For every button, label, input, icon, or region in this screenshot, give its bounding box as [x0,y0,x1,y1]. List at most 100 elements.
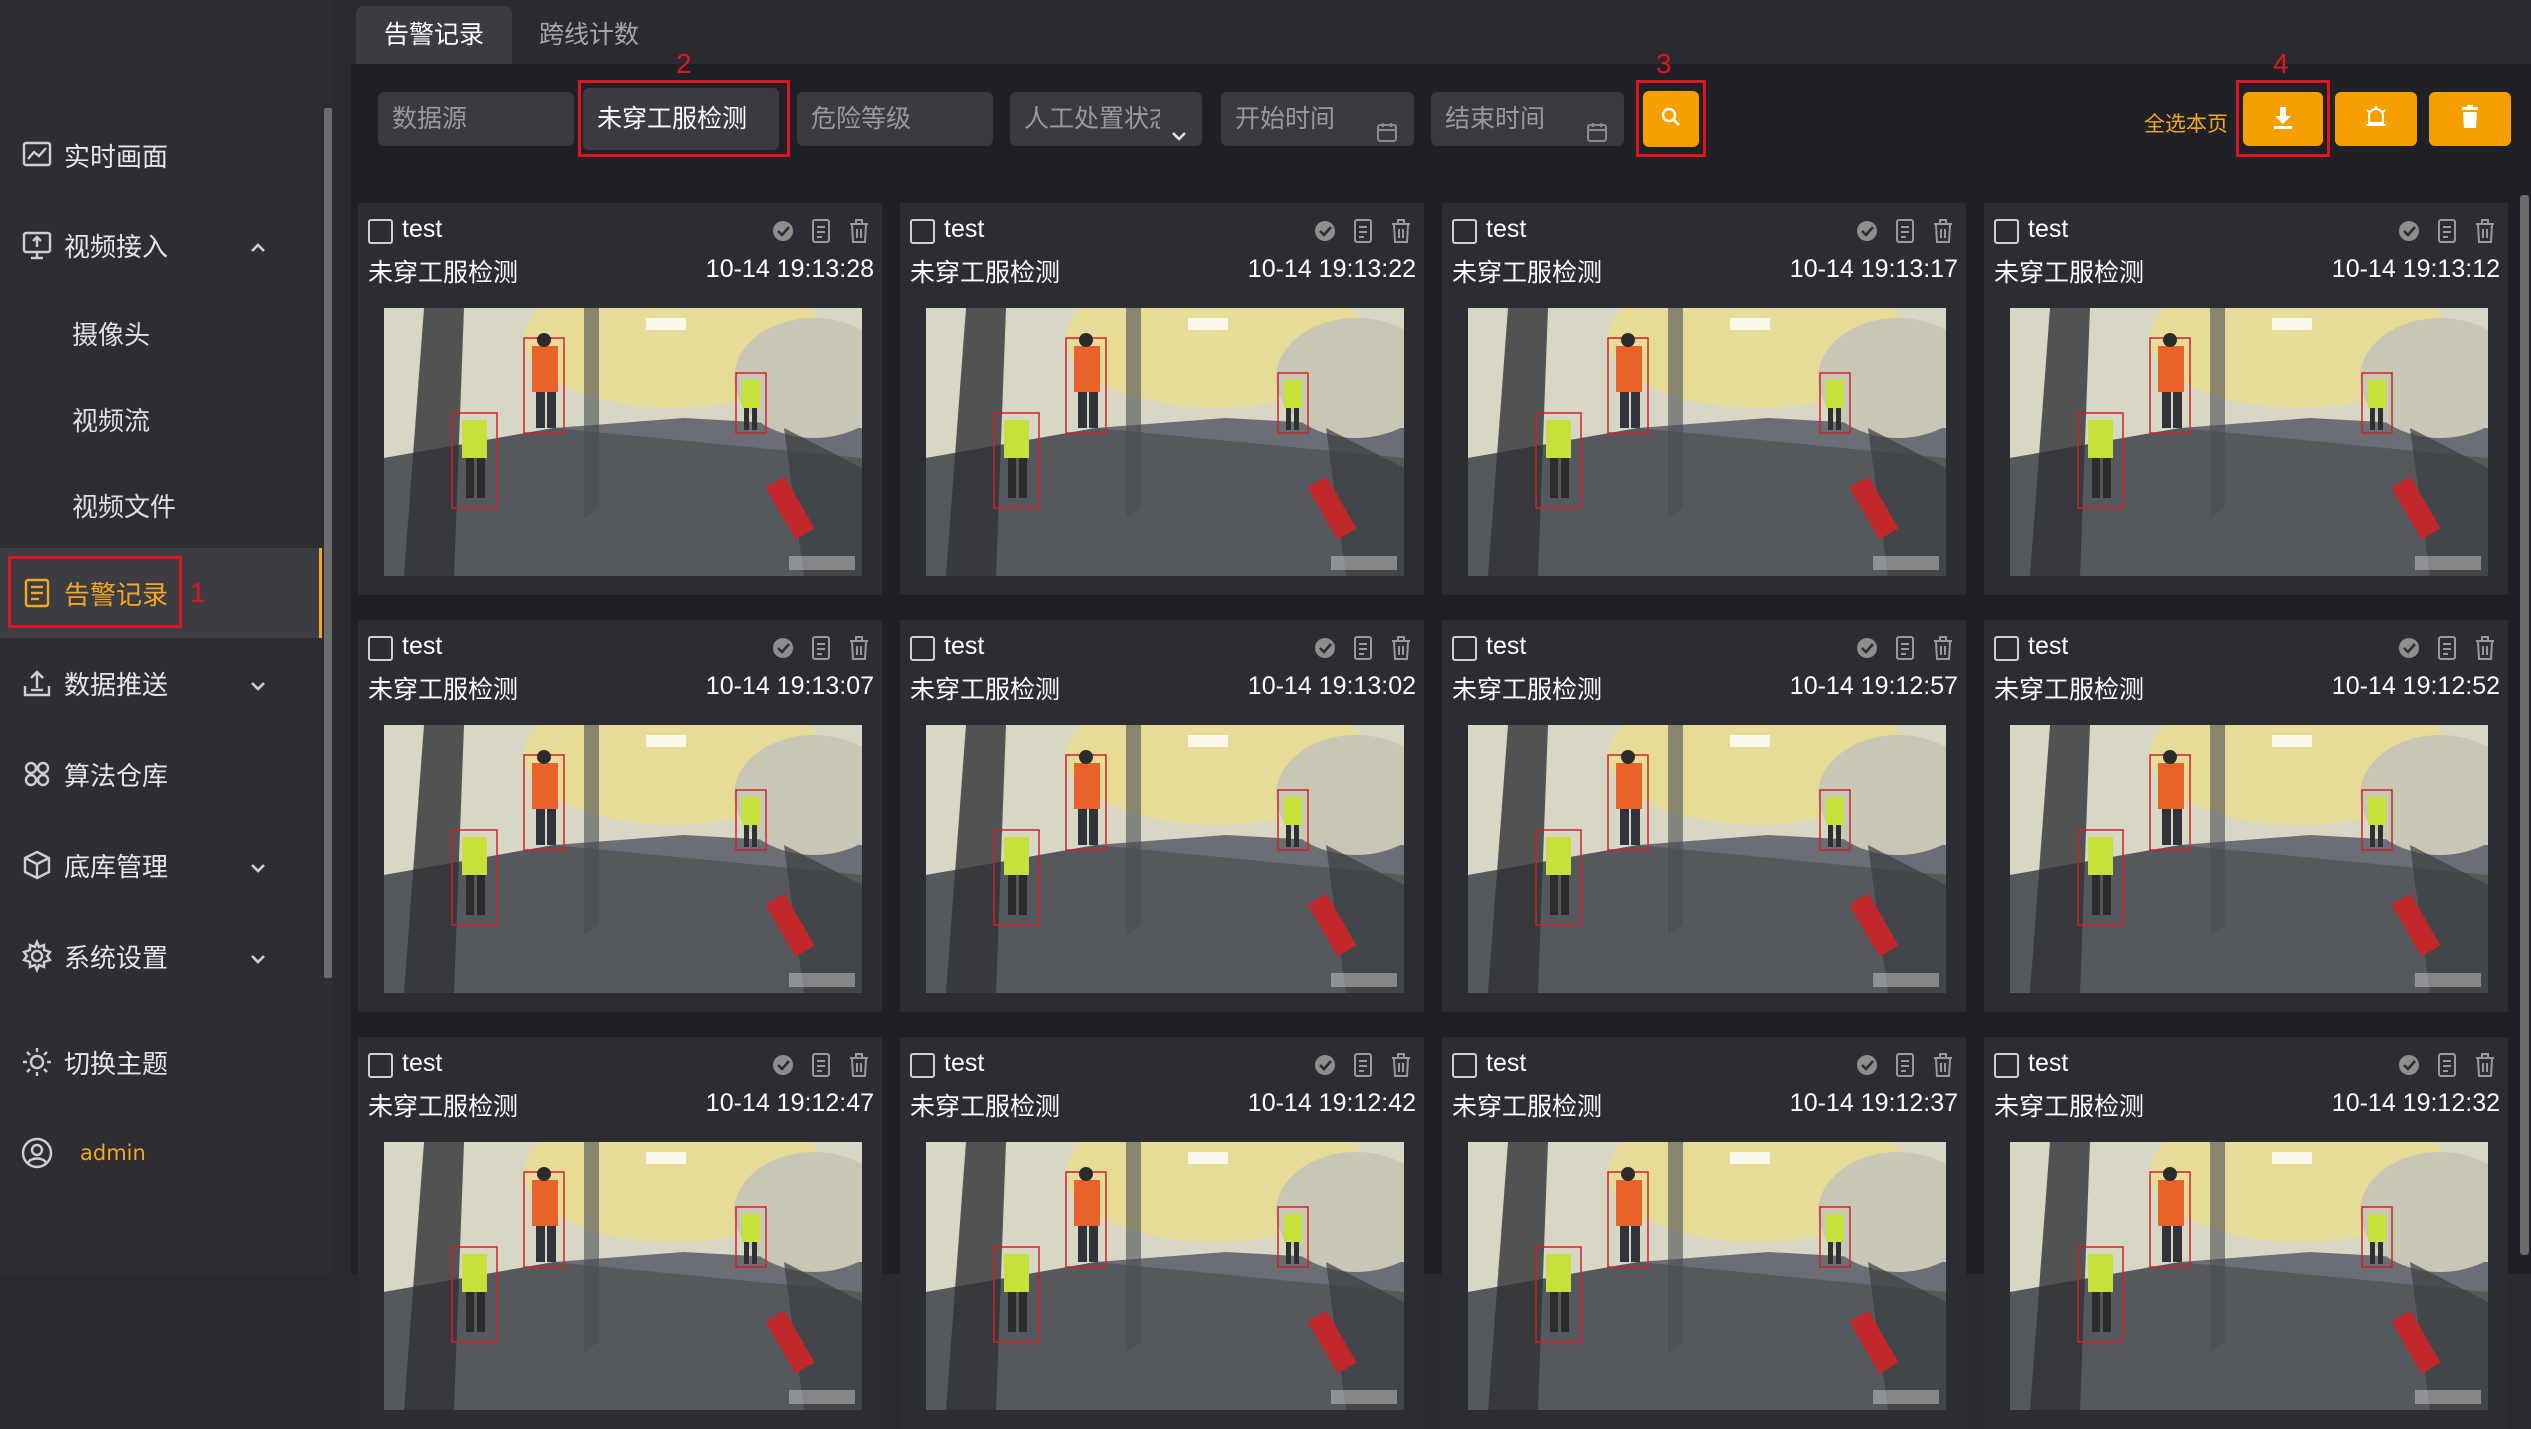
card-checkbox[interactable] [1452,219,1477,244]
card-checkbox[interactable] [910,636,935,661]
sidebar-item-library[interactable]: 底库管理 [0,820,322,910]
details-icon[interactable] [2434,1051,2460,1079]
alarm-card[interactable]: test 未穿工服检测 10-14 19:12:42 [900,1037,1424,1429]
alarm-snapshot-image[interactable] [1468,308,1946,576]
batch-delete-button[interactable] [2429,92,2511,146]
theme-switch[interactable]: 切换主题 [0,1017,322,1107]
delete-icon[interactable] [1388,634,1414,662]
alarm-card[interactable]: test 未穿工服检测 10-14 19:13:12 [1984,203,2508,595]
sidebar-item-data-push[interactable]: 数据推送 [0,638,322,728]
alarm-card[interactable]: test 未穿工服检测 10-14 19:13:28 [358,203,882,595]
alarm-card[interactable]: test 未穿工服检测 10-14 19:13:17 [1442,203,1966,595]
details-icon[interactable] [808,217,834,245]
sidebar-item-algorithm-repo[interactable]: 算法仓库 [0,729,322,819]
check-circle-icon[interactable] [1854,1051,1880,1079]
alarm-card[interactable]: test 未穿工服检测 10-14 19:12:37 [1442,1037,1966,1429]
delete-icon[interactable] [1930,1051,1956,1079]
check-circle-icon[interactable] [2396,1051,2422,1079]
alarm-card[interactable]: test 未穿工服检测 10-14 19:12:52 [1984,620,2508,1012]
sidebar-subitem-stream[interactable]: 视频流 [72,401,150,438]
details-icon[interactable] [1350,217,1376,245]
start-time-picker[interactable]: 开始时间 [1221,92,1414,146]
delete-icon[interactable] [1930,634,1956,662]
alarm-snapshot-image[interactable] [926,725,1404,993]
check-circle-icon[interactable] [1854,217,1880,245]
card-checkbox[interactable] [910,1053,935,1078]
check-circle-icon[interactable] [770,1051,796,1079]
details-icon[interactable] [808,634,834,662]
details-icon[interactable] [2434,217,2460,245]
details-icon[interactable] [2434,634,2460,662]
alarm-snapshot-image[interactable] [384,1142,862,1410]
alarm-snapshot-image[interactable] [2010,308,2488,576]
end-time-picker[interactable]: 结束时间 [1431,92,1624,146]
check-circle-icon[interactable] [770,217,796,245]
sidebar-item-settings[interactable]: 系统设置 [0,911,322,1001]
alarm-card[interactable]: test 未穿工服检测 10-14 19:13:22 [900,203,1424,595]
alarm-snapshot-image[interactable] [384,308,862,576]
check-circle-icon[interactable] [1312,1051,1338,1079]
card-checkbox[interactable] [1452,636,1477,661]
details-icon[interactable] [1892,1051,1918,1079]
delete-icon[interactable] [2472,634,2498,662]
card-checkbox[interactable] [368,1053,393,1078]
chevron-down-icon[interactable] [248,946,268,966]
delete-icon[interactable] [2472,1051,2498,1079]
check-circle-icon[interactable] [1312,217,1338,245]
alarm-snapshot-image[interactable] [384,725,862,993]
delete-icon[interactable] [2472,217,2498,245]
delete-icon[interactable] [846,634,872,662]
delete-icon[interactable] [1930,217,1956,245]
details-icon[interactable] [808,1051,834,1079]
card-checkbox[interactable] [368,636,393,661]
card-checkbox[interactable] [1994,219,2019,244]
check-circle-icon[interactable] [1854,634,1880,662]
sidebar-item-video-access[interactable]: 视频接入 [0,200,322,290]
delete-icon[interactable] [846,217,872,245]
alarm-card[interactable]: test 未穿工服检测 10-14 19:12:57 [1442,620,1966,1012]
card-timestamp: 10-14 19:13:07 [705,672,874,700]
tab-line-crossing-count[interactable]: 跨线计数 [511,6,667,64]
details-icon[interactable] [1892,634,1918,662]
alarm-handle-button[interactable] [2335,92,2417,146]
risk-level-filter[interactable]: 危险等级 [797,92,993,146]
card-checkbox[interactable] [1452,1053,1477,1078]
check-circle-icon[interactable] [770,634,796,662]
check-circle-icon[interactable] [1312,634,1338,662]
details-icon[interactable] [1350,634,1376,662]
select-all-page[interactable]: 全选本页 [2144,108,2228,138]
alarm-snapshot-image[interactable] [2010,725,2488,993]
user-menu[interactable]: admin [0,1108,322,1198]
alarm-snapshot-image[interactable] [926,308,1404,576]
chevron-down-icon[interactable] [248,855,268,875]
alarm-card[interactable]: test 未穿工服检测 10-14 19:13:07 [358,620,882,1012]
alarm-snapshot-image[interactable] [2010,1142,2488,1410]
delete-icon[interactable] [1388,217,1414,245]
alarm-snapshot-image[interactable] [1468,1142,1946,1410]
alarm-card[interactable]: test 未穿工服检测 10-14 19:12:32 [1984,1037,2508,1429]
sidebar-item-realtime[interactable]: 实时画面 [0,110,322,200]
card-checkbox[interactable] [910,219,935,244]
card-checkbox[interactable] [1994,636,2019,661]
check-circle-icon[interactable] [2396,634,2422,662]
handle-status-filter[interactable]: 人工处置状态 [1010,92,1202,146]
source-filter[interactable]: 数据源 [378,92,574,146]
details-icon[interactable] [1350,1051,1376,1079]
sidebar-scrollbar[interactable] [324,108,332,978]
sidebar-subitem-camera[interactable]: 摄像头 [72,315,150,352]
chevron-down-icon[interactable] [248,673,268,693]
alarm-card[interactable]: test 未穿工服检测 10-14 19:13:02 [900,620,1424,1012]
alarm-card[interactable]: test 未穿工服检测 10-14 19:12:47 [358,1037,882,1429]
check-circle-icon[interactable] [2396,217,2422,245]
sidebar-subitem-video-file[interactable]: 视频文件 [72,487,176,524]
details-icon[interactable] [1892,217,1918,245]
card-checkbox[interactable] [368,219,393,244]
alarm-snapshot-image[interactable] [1468,725,1946,993]
tab-alarm-records[interactable]: 告警记录 [356,6,513,64]
content-scrollbar[interactable] [2520,195,2529,1255]
delete-icon[interactable] [1388,1051,1414,1079]
alarm-snapshot-image[interactable] [926,1142,1404,1410]
card-checkbox[interactable] [1994,1053,2019,1078]
delete-icon[interactable] [846,1051,872,1079]
chevron-up-icon[interactable] [248,235,268,255]
